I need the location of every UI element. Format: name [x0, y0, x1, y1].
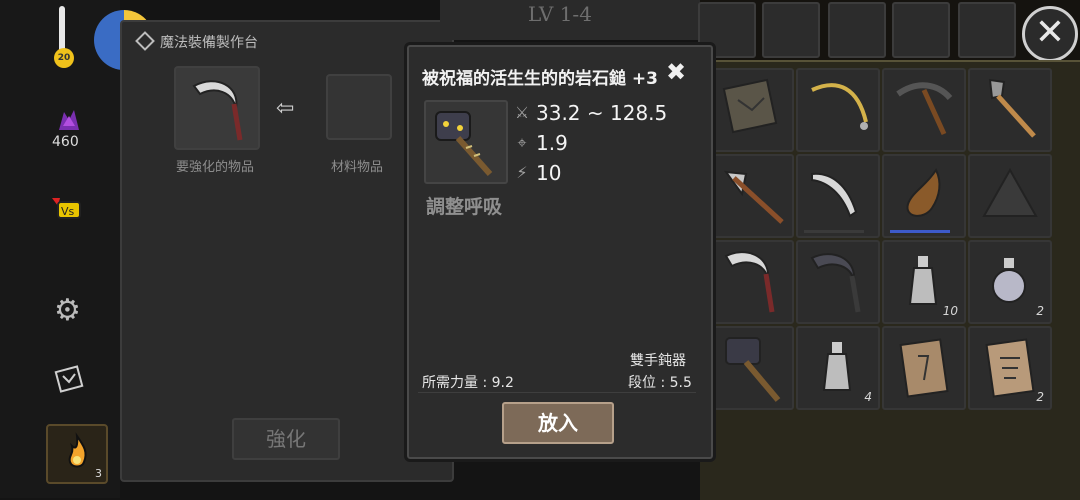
crafting-panel-title: 魔法裝備製作台	[160, 35, 258, 51]
tab-potion[interactable]	[828, 2, 886, 58]
temperature-value: 20	[54, 48, 74, 68]
inventory-slot-bottle-2[interactable]: 4	[796, 326, 880, 410]
level-text: LV 1-4	[528, 2, 592, 26]
material-slot-label: 材料物品	[331, 160, 384, 175]
item-to-strengthen-slot[interactable]	[174, 66, 260, 150]
material-slot[interactable]	[326, 74, 392, 140]
inventory-slot-scroll[interactable]	[882, 326, 966, 410]
accuracy-crosshair-icon: ⌖	[517, 133, 527, 152]
purple-count: 460	[52, 134, 79, 150]
purple-crystal-icon	[56, 106, 82, 132]
close-icon[interactable]: ✖	[666, 58, 686, 86]
accuracy-value: 1.9	[536, 131, 568, 155]
inventory-slot-scythe[interactable]	[710, 240, 794, 324]
map-icon[interactable]	[54, 364, 84, 394]
battle-icon[interactable]: Vs	[48, 192, 86, 228]
arrow-left-icon: ⇦	[276, 96, 295, 121]
tab-jar[interactable]	[892, 2, 950, 58]
item-count: 4	[864, 390, 872, 404]
inventory-slot-flask[interactable]: 2	[968, 240, 1052, 324]
item-count: 2	[1036, 390, 1044, 404]
inventory-slot-shovel[interactable]	[968, 68, 1052, 152]
svg-text:Vs: Vs	[61, 205, 75, 218]
fire-count: 3	[95, 467, 102, 480]
speed-icon: ⚡	[516, 163, 528, 182]
strengthen-button[interactable]: 強化	[232, 418, 340, 460]
inventory-slot-fishing-rod[interactable]	[796, 68, 880, 152]
inventory-slot-dark-scythe[interactable]	[796, 240, 880, 324]
tab-empty[interactable]	[958, 2, 1016, 58]
damage-value: 33.2 ~ 128.5	[536, 101, 668, 125]
tab-backpack[interactable]	[762, 2, 820, 58]
item-skill: 調整呼吸	[426, 196, 503, 218]
rock-hammer-item-icon	[424, 100, 508, 184]
strength-requirement: 所需力量 : 9.2	[422, 375, 514, 391]
inventory-slot-pickaxe[interactable]	[882, 68, 966, 152]
put-in-button[interactable]: 放入	[502, 402, 614, 444]
thermometer-icon: 20	[54, 6, 74, 68]
speed-value: 10	[536, 161, 562, 185]
inventory-slot-gourd[interactable]	[882, 154, 966, 238]
weapon-type: 雙手鈍器	[630, 353, 686, 369]
inventory-slot-map[interactable]	[710, 68, 794, 152]
item-count: 2	[1036, 304, 1044, 318]
inventory-slot-axe[interactable]	[710, 154, 794, 238]
inventory-slot-machete[interactable]	[796, 154, 880, 238]
close-inventory-button[interactable]: ✕	[1022, 6, 1078, 62]
inventory-slot-tent[interactable]	[968, 154, 1052, 238]
item-count: 10	[942, 304, 958, 318]
item-tier: 段位 : 5.5	[628, 375, 692, 391]
settings-gear-icon[interactable]: ⚙	[54, 296, 84, 326]
item-title: 被祝福的活生生的的岩石鎚 +3	[422, 69, 658, 89]
fire-slot[interactable]: 3	[46, 424, 108, 484]
inventory-slot-rock-hammer[interactable]	[710, 326, 794, 410]
divider	[418, 392, 696, 393]
inventory-slot-bottle[interactable]: 10	[882, 240, 966, 324]
inventory-slot-scroll-2[interactable]: 2	[968, 326, 1052, 410]
damage-swords-icon: ⚔	[514, 103, 530, 122]
item-slot-label: 要強化的物品	[176, 160, 255, 175]
